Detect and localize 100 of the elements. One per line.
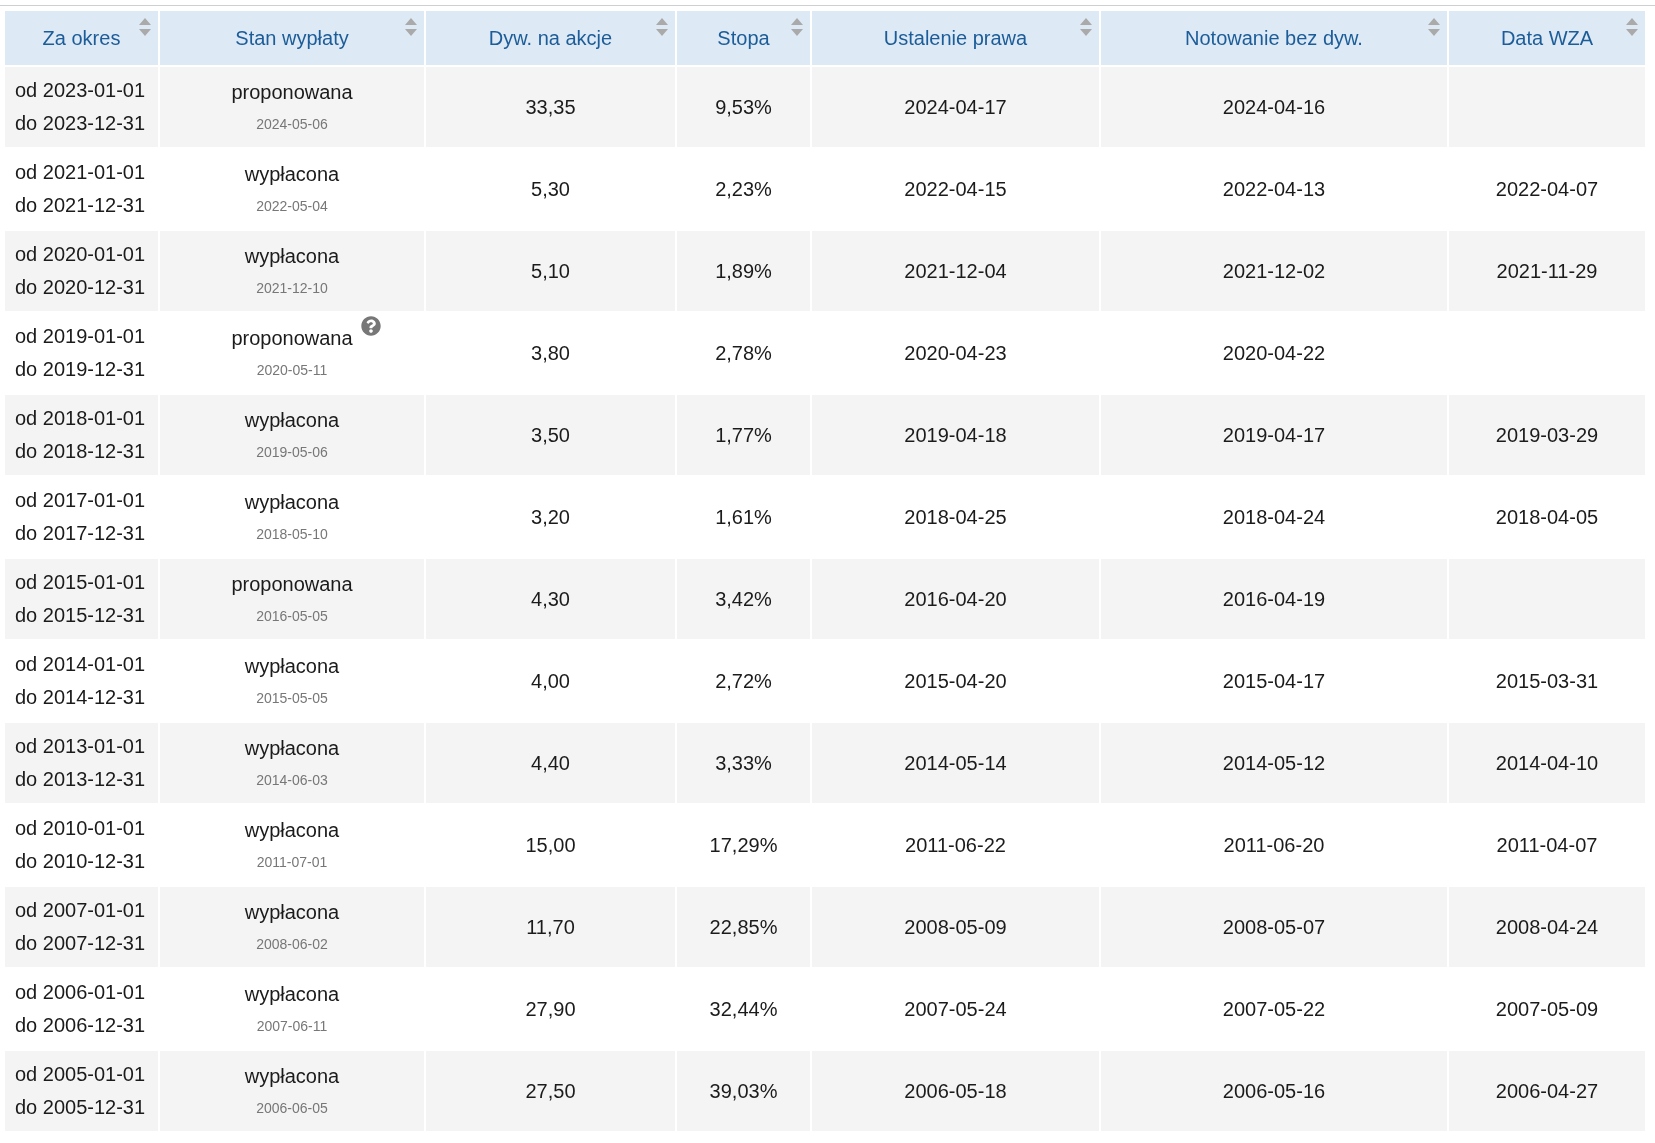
period-end: do 2007-12-31 (15, 931, 146, 956)
ex-dividend-date: 2006-05-16 (1222, 1079, 1326, 1103)
ex-dividend-date: 2016-04-19 (1222, 587, 1326, 611)
sort-icon (655, 17, 669, 37)
payout-status: wypłacona (244, 407, 340, 433)
period-end: do 2020-12-31 (15, 275, 146, 300)
record-date: 2008-05-09 (904, 915, 1007, 939)
sort-icon (1079, 17, 1093, 37)
ex-dividend-date: 2011-06-20 (1223, 833, 1325, 857)
payout-status: wypłacona (244, 817, 340, 843)
yield-value: 1,77% (715, 423, 772, 447)
period-start: od 2007-01-01 (15, 898, 146, 923)
status-date: 2011-07-01 (256, 852, 328, 872)
payout-status: wypłacona (244, 653, 340, 679)
status-date: 2015-05-05 (256, 688, 328, 708)
period-start: od 2020-01-01 (15, 242, 146, 267)
status-date: 2024-05-06 (256, 114, 328, 134)
ex-dividend-date: 2019-04-17 (1222, 423, 1326, 447)
yield-value: 9,53% (715, 95, 772, 119)
period-start: od 2013-01-01 (15, 734, 146, 759)
period-end: do 2015-12-31 (15, 603, 146, 628)
yield-value: 3,33% (715, 751, 772, 775)
dividend-value: 3,80 (531, 341, 570, 365)
column-header[interactable]: Stan wypłaty (160, 11, 424, 65)
period-end: do 2017-12-31 (15, 521, 146, 546)
sort-icon (404, 17, 418, 37)
period-end: do 2019-12-31 (15, 357, 146, 382)
dividend-value: 4,40 (531, 751, 570, 775)
payout-status: wypłacona (244, 243, 340, 269)
status-date: 2007-06-11 (256, 1016, 328, 1036)
sort-icon (1427, 17, 1441, 37)
column-header[interactable]: Ustalenie prawa (812, 11, 1099, 65)
ex-dividend-date: 2022-04-13 (1222, 177, 1326, 201)
dividend-value: 5,10 (531, 259, 570, 283)
period-start: od 2018-01-01 (15, 406, 146, 431)
payout-status: wypłacona (244, 1063, 340, 1089)
period-end: do 2023-12-31 (15, 111, 146, 136)
status-date: 2019-05-06 (256, 442, 328, 462)
ex-dividend-date: 2015-04-17 (1222, 669, 1326, 693)
record-date: 2011-06-22 (905, 833, 1006, 857)
yield-value: 2,78% (715, 341, 772, 365)
dividend-value: 3,50 (531, 423, 570, 447)
sort-icon (790, 17, 804, 37)
yield-value: 1,61% (715, 505, 772, 529)
status-date: 2022-05-04 (256, 196, 328, 216)
status-date: 2016-05-05 (256, 606, 328, 626)
payout-status: wypłacona (244, 899, 340, 925)
record-date: 2014-05-14 (904, 751, 1007, 775)
record-date: 2015-04-20 (904, 669, 1007, 693)
ex-dividend-date: 2007-05-22 (1222, 997, 1326, 1021)
column-header[interactable]: Notowanie bez dyw. (1101, 11, 1447, 65)
column-header[interactable]: Data WZA (1449, 11, 1645, 65)
record-date: 2006-05-18 (904, 1079, 1007, 1103)
agm-date: 2007-05-09 (1495, 997, 1599, 1021)
yield-value: 2,23% (715, 177, 772, 201)
ex-dividend-date: 2008-05-07 (1222, 915, 1326, 939)
column-header[interactable]: Stopa (677, 11, 810, 65)
yield-value: 39,03% (709, 1079, 778, 1103)
agm-date: 2021-11-29 (1496, 259, 1598, 283)
column-header[interactable]: Za okres (5, 11, 158, 65)
payout-status: wypłacona (244, 735, 340, 761)
ex-dividend-date: 2014-05-12 (1222, 751, 1326, 775)
agm-date: 2015-03-31 (1495, 669, 1599, 693)
column-header[interactable]: Dyw. na akcje (426, 11, 675, 65)
ex-dividend-date: 2021-12-02 (1222, 259, 1326, 283)
dividend-value: 33,35 (525, 95, 576, 119)
ex-dividend-date: 2018-04-24 (1222, 505, 1326, 529)
status-date: 2008-06-02 (256, 934, 328, 954)
help-icon[interactable] (360, 315, 381, 336)
record-date: 2019-04-18 (904, 423, 1007, 447)
payout-status: wypłacona (244, 161, 340, 187)
dividend-value: 5,30 (531, 177, 570, 201)
yield-value: 1,89% (715, 259, 772, 283)
dividend-value: 4,00 (531, 669, 570, 693)
payout-status: proponowana (231, 79, 353, 105)
agm-date: 2018-04-05 (1495, 505, 1599, 529)
period-end: do 2010-12-31 (15, 849, 146, 874)
period-start: od 2006-01-01 (15, 980, 146, 1005)
status-date: 2021-12-10 (256, 278, 328, 298)
record-date: 2018-04-25 (904, 505, 1007, 529)
period-end: do 2014-12-31 (15, 685, 146, 710)
agm-date: 2022-04-07 (1495, 177, 1599, 201)
record-date: 2021-12-04 (904, 259, 1007, 283)
period-end: do 2006-12-31 (15, 1013, 146, 1038)
agm-date: 2011-04-07 (1496, 833, 1598, 857)
dividend-value: 27,50 (525, 1079, 576, 1103)
yield-value: 17,29% (709, 833, 778, 857)
record-date: 2022-04-15 (904, 177, 1007, 201)
yield-value: 22,85% (709, 915, 778, 939)
period-start: od 2021-01-01 (15, 160, 146, 185)
sort-icon (138, 17, 152, 37)
period-start: od 2017-01-01 (15, 488, 146, 513)
status-date: 2006-06-05 (256, 1098, 328, 1118)
period-start: od 2014-01-01 (15, 652, 146, 677)
record-date: 2024-04-17 (904, 95, 1007, 119)
dividend-value: 4,30 (531, 587, 570, 611)
yield-value: 3,42% (715, 587, 772, 611)
period-start: od 2010-01-01 (15, 816, 146, 841)
record-date: 2016-04-20 (904, 587, 1007, 611)
period-start: od 2015-01-01 (15, 570, 146, 595)
